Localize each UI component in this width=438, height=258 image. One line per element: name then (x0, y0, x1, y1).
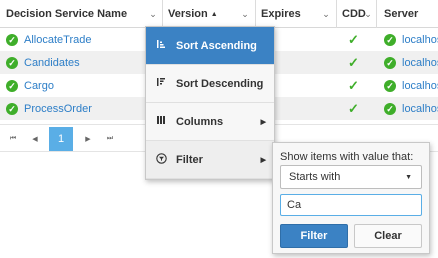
name-cell: ✓ ProcessOrder (6, 97, 92, 120)
first-page-button[interactable]: ⏮ (4, 130, 22, 148)
header-divider[interactable] (376, 0, 377, 28)
menu-item-label: Sort Ascending (176, 39, 257, 52)
clear-button[interactable]: Clear (354, 224, 422, 248)
column-header-version[interactable]: Version ▲ (168, 0, 234, 28)
cdd-cell: ✓ (348, 51, 359, 74)
checkmark-icon: ✓ (348, 77, 359, 93)
server-link[interactable]: localhos (402, 103, 438, 115)
cdd-column-menu-button[interactable]: ⌄ (361, 0, 375, 28)
grid-header: Decision Service Name ▲ ⌄ Version ▲ ⌄ Ex… (0, 0, 438, 28)
filter-title: Show items with value that: (280, 151, 414, 163)
status-ok-icon: ✓ (384, 79, 396, 92)
status-ok-icon: ✓ (6, 33, 18, 46)
current-page-number[interactable]: 1 (49, 127, 73, 151)
expires-column-menu-button[interactable]: ⌄ (316, 0, 336, 28)
server-link[interactable]: localhos (402, 34, 438, 46)
column-header-server-label: Server (384, 8, 419, 20)
chevron-down-icon: ⌄ (322, 8, 330, 19)
chevron-down-icon: ⌄ (241, 8, 249, 19)
cdd-cell: ✓ (348, 74, 359, 97)
column-header-name-label: Decision Service Name (6, 8, 128, 20)
filter-operator-value: Starts with (289, 171, 341, 183)
cdd-cell: ✓ (348, 28, 359, 51)
status-ok-icon: ✓ (6, 79, 18, 92)
name-column-menu-button[interactable]: ⌄ (143, 0, 163, 28)
menu-item-sort-descending[interactable]: Sort Descending (146, 65, 274, 103)
server-cell: ✓ localhos (384, 74, 438, 97)
menu-item-label: Columns (176, 115, 224, 128)
server-cell: ✓ localhos (384, 97, 438, 120)
menu-item-label: Filter (176, 153, 203, 166)
status-ok-icon: ✓ (384, 33, 396, 46)
status-ok-icon: ✓ (6, 102, 18, 115)
server-link[interactable]: localhos (402, 80, 438, 92)
menu-item-filter[interactable]: Filter ▶ (146, 141, 274, 179)
name-cell: ✓ Candidates (6, 51, 80, 74)
menu-item-sort-ascending[interactable]: Sort Ascending (146, 27, 274, 65)
service-link[interactable]: Candidates (24, 57, 80, 69)
server-cell: ✓ localhos (384, 51, 438, 74)
column-header-expires[interactable]: Expires (261, 0, 321, 28)
name-cell: ✓ Cargo (6, 74, 54, 97)
menu-item-label: Sort Descending (176, 77, 264, 90)
caret-down-icon: ▼ (405, 173, 412, 181)
submenu-arrow-icon: ▶ (260, 118, 266, 126)
name-cell: ✓ AllocateTrade (6, 28, 91, 51)
filter-popup: Show items with value that: Starts with … (272, 142, 430, 254)
submenu-arrow-icon: ▶ (260, 156, 266, 164)
server-cell: ✓ localhos (384, 28, 438, 51)
version-column-menu-button[interactable]: ⌄ (235, 0, 255, 28)
checkmark-icon: ✓ (348, 31, 359, 47)
chevron-down-icon: ⌄ (364, 8, 372, 19)
sort-descending-icon (146, 77, 176, 90)
service-link[interactable]: ProcessOrder (24, 103, 92, 115)
header-divider[interactable] (255, 0, 256, 28)
checkmark-icon: ✓ (348, 100, 359, 116)
cdd-cell: ✓ (348, 97, 359, 120)
last-page-icon: ⏭ (106, 135, 114, 142)
previous-page-icon: ◀ (32, 136, 38, 143)
status-ok-icon: ✓ (6, 56, 18, 69)
next-page-button[interactable]: ▶ (79, 130, 97, 148)
columns-icon (146, 115, 176, 128)
status-ok-icon: ✓ (384, 102, 396, 115)
column-header-version-label: Version (168, 8, 208, 20)
menu-item-columns[interactable]: Columns ▶ (146, 103, 274, 141)
service-link[interactable]: AllocateTrade (24, 34, 91, 46)
filter-button[interactable]: Filter (280, 224, 348, 248)
status-ok-icon: ✓ (384, 56, 396, 69)
previous-page-button[interactable]: ◀ (26, 130, 44, 148)
next-page-icon: ▶ (85, 136, 91, 143)
service-link[interactable]: Cargo (24, 80, 54, 92)
filter-operator-select[interactable]: Starts with ▼ (280, 165, 422, 189)
header-divider[interactable] (162, 0, 163, 28)
column-header-name[interactable]: Decision Service Name ▲ (6, 0, 130, 28)
sort-up-icon: ▲ (210, 10, 218, 18)
filter-value-input[interactable] (280, 194, 422, 216)
filter-icon (146, 152, 176, 167)
chevron-down-icon: ⌄ (149, 8, 157, 19)
first-page-icon: ⏮ (9, 135, 17, 142)
column-header-server[interactable]: Server (384, 0, 438, 28)
column-header-expires-label: Expires (261, 8, 301, 20)
checkmark-icon: ✓ (348, 54, 359, 70)
header-divider[interactable] (336, 0, 337, 28)
sort-ascending-icon (146, 39, 176, 52)
server-link[interactable]: localhos (402, 57, 438, 69)
column-menu: Sort Ascending Sort Descending Columns ▶… (145, 26, 275, 180)
last-page-button[interactable]: ⏭ (101, 130, 119, 148)
